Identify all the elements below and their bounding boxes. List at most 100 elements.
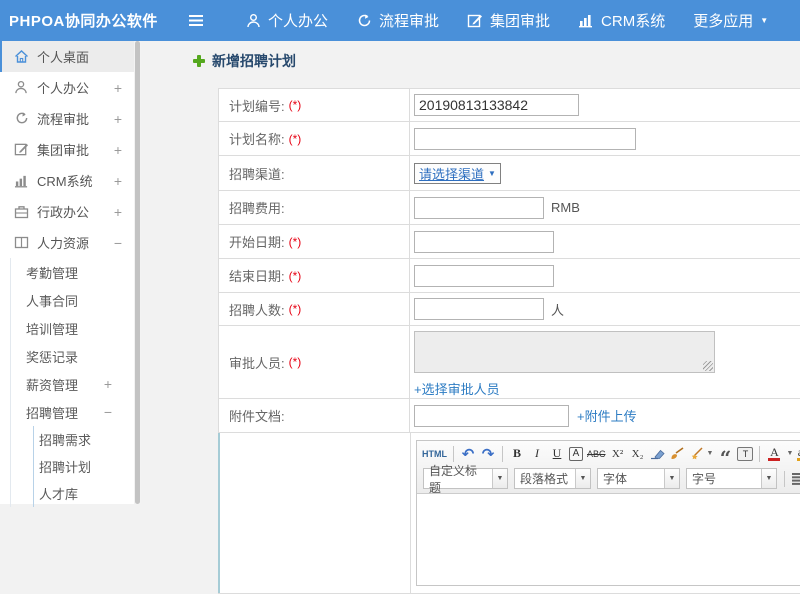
toolbar-separator <box>784 470 785 487</box>
form-row-cost: 招聘费用: RMB <box>219 191 800 225</box>
sidebar-item-workflow-approval[interactable]: 流程审批 + <box>0 103 134 134</box>
sidebar-item-admin-office[interactable]: 行政办公 + <box>0 196 134 227</box>
menu-item-label: 集团审批 <box>490 13 551 30</box>
process-icon <box>13 111 29 126</box>
field-value: 请选择渠道 ▼ <box>410 156 800 190</box>
attachment-input[interactable] <box>414 404 569 427</box>
field-label: 开始日期: (*) <box>219 225 410 258</box>
bold-button[interactable]: B <box>509 445 525 463</box>
label-text: 招聘人数: <box>229 302 285 318</box>
user-icon <box>246 13 261 29</box>
menu-item-group-approval[interactable]: 集团审批 <box>453 0 564 41</box>
blockquote-icon[interactable]: “ <box>717 445 733 468</box>
char-border-button[interactable]: A <box>569 446 583 461</box>
hamburger-menu-icon[interactable] <box>188 14 214 27</box>
field-value <box>410 259 800 292</box>
custom-title-combo[interactable]: 自定义标题 ▼ <box>423 464 508 495</box>
form-row-editor: HTML ↶ ↷ B I U A ABC X² X₂ ▼ “ T A ▼ 自定义… <box>218 433 800 593</box>
sidebar-item-hr-contract[interactable]: 人事合同 <box>11 286 134 314</box>
html-source-button[interactable]: HTML <box>422 445 447 463</box>
plan-name-input[interactable] <box>414 127 636 150</box>
field-value <box>410 122 800 155</box>
undo-icon[interactable]: ↶ <box>460 445 476 463</box>
expand-plus-icon[interactable]: + <box>104 376 112 392</box>
caret-down-icon: ▼ <box>760 16 769 25</box>
start-date-input[interactable] <box>414 230 554 253</box>
font-color-button[interactable]: A <box>766 445 782 463</box>
briefcase-icon <box>13 205 29 219</box>
caret-down-icon: ▼ <box>761 469 776 488</box>
headcount-input[interactable] <box>414 298 544 320</box>
field-label: 招聘费用: <box>219 191 410 224</box>
form-row-channel: 招聘渠道: 请选择渠道 ▼ <box>219 156 800 191</box>
subscript-button[interactable]: X₂ <box>630 445 646 463</box>
currency-suffix: RMB <box>551 200 580 215</box>
format-brush-icon[interactable] <box>670 445 686 463</box>
approver-textarea[interactable] <box>414 331 715 373</box>
eraser-icon[interactable] <box>650 445 666 463</box>
end-date-input[interactable] <box>414 264 554 287</box>
edit-icon <box>467 13 483 29</box>
sidebar-item-reward-punish[interactable]: 奖惩记录 <box>11 342 134 370</box>
format-painter-icon[interactable]: ▼ <box>690 445 713 463</box>
strikethrough-button[interactable]: ABC <box>587 445 606 463</box>
sidebar-item-crm[interactable]: CRM系统 + <box>0 165 134 196</box>
label-text: 招聘渠道: <box>229 166 285 182</box>
toolbar-separator <box>502 445 503 462</box>
field-value: RMB <box>410 191 800 224</box>
edit-icon <box>13 142 29 157</box>
form-row-plan-name: 计划名称: (*) <box>219 122 800 156</box>
expand-plus-icon[interactable]: + <box>114 173 122 189</box>
expand-plus-icon[interactable]: + <box>114 111 122 127</box>
align-left-icon[interactable] <box>791 470 800 488</box>
collapse-minus-icon[interactable]: − <box>114 235 122 251</box>
sidebar-item-desktop[interactable]: 个人桌面 <box>0 41 134 72</box>
sidebar-item-recruit-demand[interactable]: 招聘需求 <box>34 426 134 453</box>
cost-input[interactable] <box>414 196 544 219</box>
sidebar-item-salary[interactable]: 薪资管理 + <box>11 370 134 398</box>
attachment-upload-link[interactable]: +附件上传 <box>577 406 637 425</box>
sidebar-item-recruit-mgmt[interactable]: 招聘管理 − <box>11 398 134 426</box>
paragraph-format-combo[interactable]: 段落格式 ▼ <box>514 468 591 489</box>
menu-item-workflow-approval[interactable]: 流程审批 <box>342 0 453 41</box>
font-color-bar <box>768 457 781 461</box>
superscript-button[interactable]: X² <box>610 445 626 463</box>
sidebar-item-recruit-plan[interactable]: 招聘计划 <box>34 453 134 480</box>
expand-plus-icon[interactable]: + <box>114 80 122 96</box>
menu-item-crm[interactable]: CRM系统 <box>564 0 679 41</box>
sidebar-item-talent-pool[interactable]: 人才库 <box>34 480 134 507</box>
field-label: 招聘渠道: <box>219 156 410 190</box>
font-family-combo[interactable]: 字体 ▼ <box>597 468 680 489</box>
form-row-headcount: 招聘人数: (*) 人 <box>219 293 800 326</box>
sidebar-item-attendance[interactable]: 考勤管理 <box>11 258 134 286</box>
paste-text-icon[interactable]: T <box>737 446 754 461</box>
select-approver-link[interactable]: +选择审批人员 <box>414 379 500 398</box>
expand-plus-icon[interactable]: + <box>114 204 122 220</box>
sidebar-item-label: 培训管理 <box>26 321 79 337</box>
sidebar-item-personal-office[interactable]: 个人办公 + <box>0 72 134 103</box>
sidebar-item-label: 流程审批 <box>37 112 90 127</box>
highlight-color-button[interactable]: ab <box>795 445 800 463</box>
menu-item-personal-office[interactable]: 个人办公 <box>232 0 342 41</box>
collapse-minus-icon[interactable]: − <box>104 404 112 420</box>
underline-button[interactable]: U <box>549 445 565 463</box>
plan-no-input[interactable] <box>414 94 579 116</box>
scrollbar-thumb[interactable] <box>135 41 140 504</box>
field-label: 结束日期: (*) <box>219 259 410 292</box>
recruit-plan-form: 计划编号: (*) 计划名称: (*) 招聘渠道: 请选择渠道 ▼ 招聘费用: <box>218 88 800 594</box>
sidebar-scrollbar[interactable] <box>134 41 141 504</box>
channel-select[interactable]: 请选择渠道 ▼ <box>414 162 501 184</box>
required-mark: (*) <box>288 268 302 283</box>
editor-content-area[interactable] <box>417 494 800 585</box>
redo-icon[interactable]: ↷ <box>480 445 496 463</box>
menu-item-label: CRM系统 <box>601 13 666 30</box>
expand-plus-icon[interactable]: + <box>114 142 122 158</box>
menu-item-more-apps[interactable]: 更多应用 ▼ <box>679 0 782 41</box>
chart-icon <box>578 13 594 28</box>
font-size-combo[interactable]: 字号 ▼ <box>686 468 777 489</box>
italic-button[interactable]: I <box>529 445 545 463</box>
page-title: 新增招聘计划 <box>193 51 296 71</box>
sidebar-item-hr[interactable]: 人力资源 − <box>0 227 134 258</box>
sidebar-item-group-approval[interactable]: 集团审批 + <box>0 134 134 165</box>
sidebar-item-training[interactable]: 培训管理 <box>11 314 134 342</box>
